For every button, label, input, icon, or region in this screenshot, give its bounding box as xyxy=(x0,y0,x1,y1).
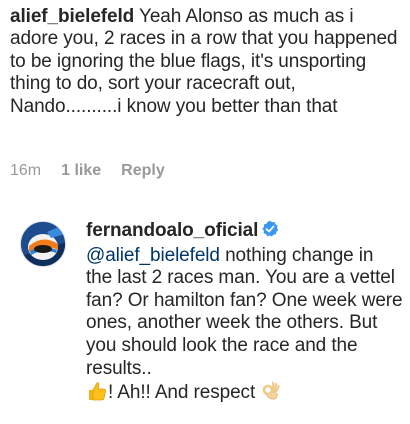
thumbs-up-emoji xyxy=(86,380,108,409)
avatar[interactable] xyxy=(20,221,66,267)
comment-ending: ! Ah!! And respect xyxy=(108,382,256,404)
comment-alief: alief_bielefeld Yeah Alonso as much as i… xyxy=(10,6,406,118)
reply-button[interactable]: Reply xyxy=(121,161,165,181)
comment-meta-row: 16m 1 like Reply xyxy=(10,161,165,181)
like-count[interactable]: 1 like xyxy=(61,161,101,181)
comment-fernando: fernandoalo_oficial @alief_bielefeld not… xyxy=(86,220,404,409)
ok-hand-emoji xyxy=(260,380,282,409)
comment-username[interactable]: fernandoalo_oficial xyxy=(86,220,258,241)
avatar-image xyxy=(21,222,65,266)
verified-badge-icon xyxy=(261,220,279,245)
comment-timestamp: 16m xyxy=(10,162,42,179)
comment-username[interactable]: alief_bielefeld xyxy=(10,6,134,27)
mention-link[interactable]: @alief_bielefeld xyxy=(86,245,220,266)
